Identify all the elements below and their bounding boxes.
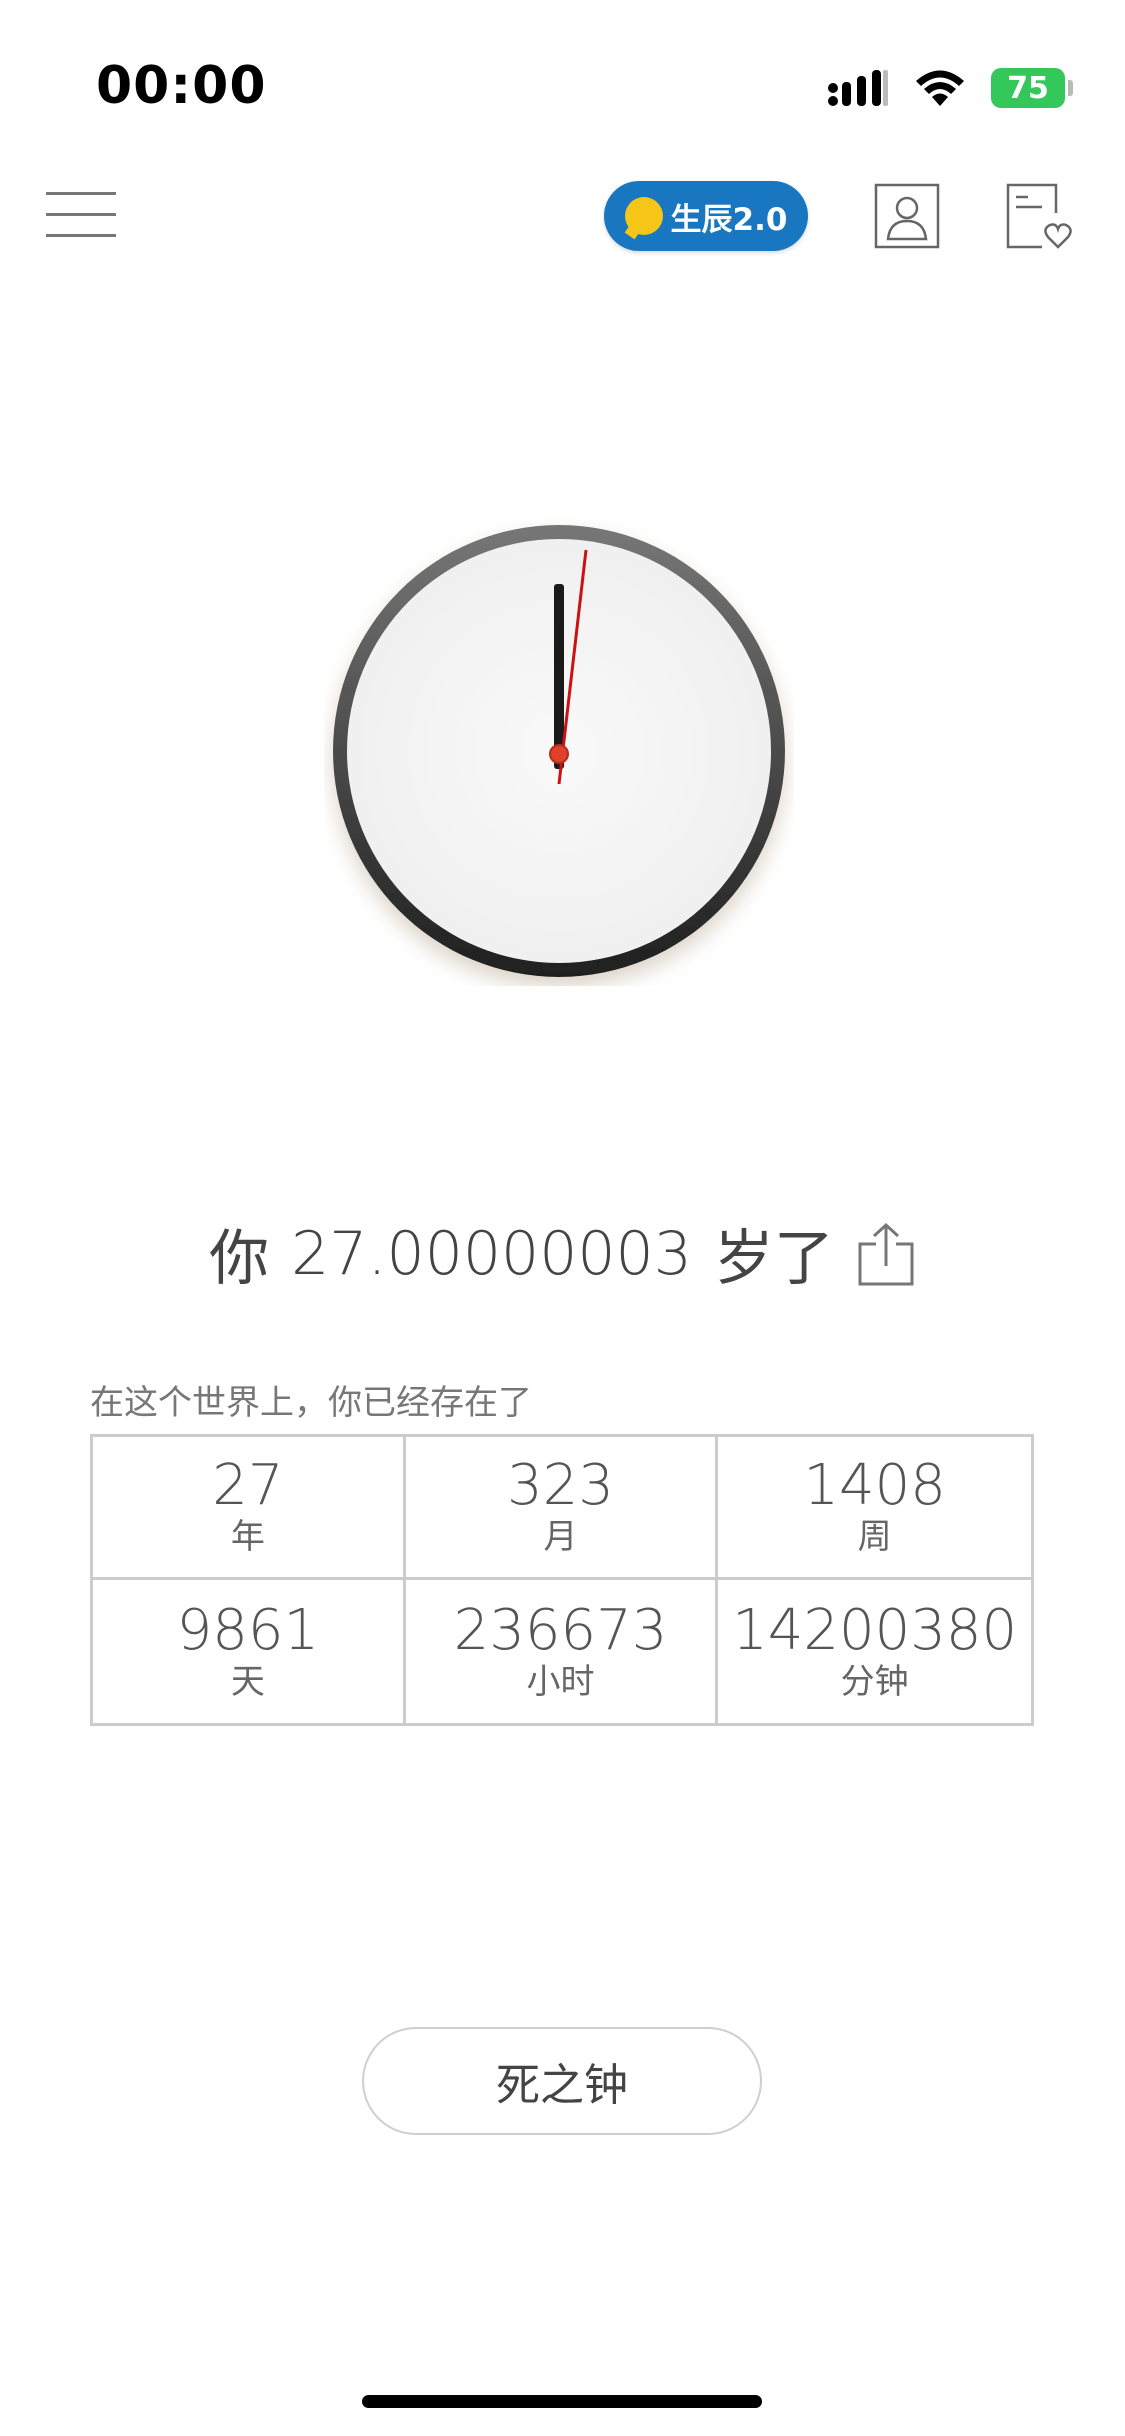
stat-unit: 小时 bbox=[526, 1661, 595, 1702]
wifi-icon bbox=[916, 70, 964, 106]
age-value: 27.00000003 bbox=[291, 1218, 692, 1289]
stat-unit: 分钟 bbox=[840, 1661, 909, 1702]
menu-icon-line bbox=[46, 234, 116, 237]
stat-unit: 月 bbox=[543, 1517, 578, 1557]
analog-clock bbox=[333, 525, 785, 977]
battery-level: 75 bbox=[1007, 70, 1049, 106]
version-badge-label: 生辰2.0 bbox=[670, 201, 788, 238]
favorites-list-icon[interactable] bbox=[1006, 183, 1072, 249]
version-badge-button[interactable]: 生辰2.0 bbox=[604, 181, 808, 251]
battery-icon: 75 bbox=[991, 68, 1073, 108]
menu-button[interactable] bbox=[46, 190, 116, 240]
stat-value: 323 bbox=[507, 1453, 614, 1518]
life-stats-table: 27 年 323 月 1408 周 9861 天 236673 小时 14200… bbox=[90, 1434, 1034, 1726]
stat-unit: 周 bbox=[857, 1517, 892, 1557]
stat-unit: 天 bbox=[230, 1661, 265, 1702]
death-clock-button[interactable]: 死之钟 bbox=[362, 2027, 762, 2135]
stat-value: 14200380 bbox=[732, 1597, 1018, 1663]
age-display: 你 27.00000003 岁了 bbox=[0, 1210, 1125, 1297]
stat-value: 236673 bbox=[453, 1597, 668, 1663]
stat-weeks: 1408 周 bbox=[718, 1437, 1031, 1580]
stat-value: 1408 bbox=[803, 1453, 946, 1518]
status-time: 00:00 bbox=[96, 56, 267, 116]
chat-bubble-icon bbox=[624, 197, 663, 235]
status-bar: 00:00 75 bbox=[0, 0, 1125, 180]
cellular-signal-icon bbox=[828, 70, 888, 106]
stat-hours: 236673 小时 bbox=[406, 1580, 719, 1723]
clock-center-pin bbox=[549, 744, 569, 764]
share-icon[interactable] bbox=[856, 1222, 916, 1286]
status-icons: 75 bbox=[827, 64, 1073, 112]
age-prefix: 你 bbox=[209, 1224, 270, 1294]
stat-unit: 年 bbox=[230, 1517, 265, 1557]
stat-value: 27 bbox=[212, 1453, 284, 1518]
existence-intro-text: 在这个世界上，你已经存在了 bbox=[90, 1383, 532, 1423]
stat-minutes: 14200380 分钟 bbox=[718, 1580, 1031, 1723]
age-suffix: 岁了 bbox=[713, 1224, 834, 1294]
profile-icon[interactable] bbox=[874, 183, 940, 249]
stat-years: 27 年 bbox=[93, 1437, 406, 1580]
menu-icon-line bbox=[46, 213, 116, 216]
stat-months: 323 月 bbox=[405, 1437, 719, 1580]
menu-icon bbox=[46, 192, 116, 195]
home-indicator[interactable] bbox=[362, 2395, 762, 2408]
stat-value: 9861 bbox=[176, 1597, 320, 1663]
stat-days: 9861 天 bbox=[93, 1580, 406, 1723]
